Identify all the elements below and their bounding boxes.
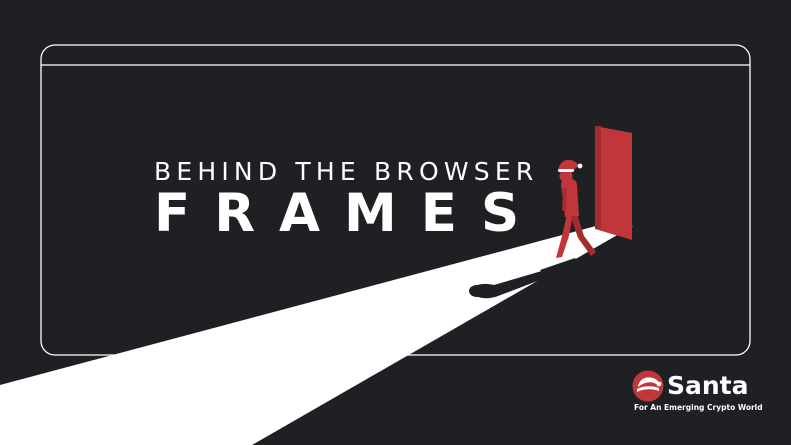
light-beam — [0, 226, 633, 445]
brand-name: Santa — [667, 371, 749, 400]
brand-lockup: Santa For An Emerging Crypto World — [632, 369, 763, 417]
brand-tagline: For An Emerging Crypto World — [634, 403, 763, 412]
banner-headline: FRAMES — [154, 183, 544, 244]
open-red-door-illustration — [595, 126, 632, 240]
banner-canvas: BEHIND THE BROWSER FRAMES Santa For An E… — [0, 0, 791, 445]
santa-hat-coin-icon — [632, 370, 664, 402]
